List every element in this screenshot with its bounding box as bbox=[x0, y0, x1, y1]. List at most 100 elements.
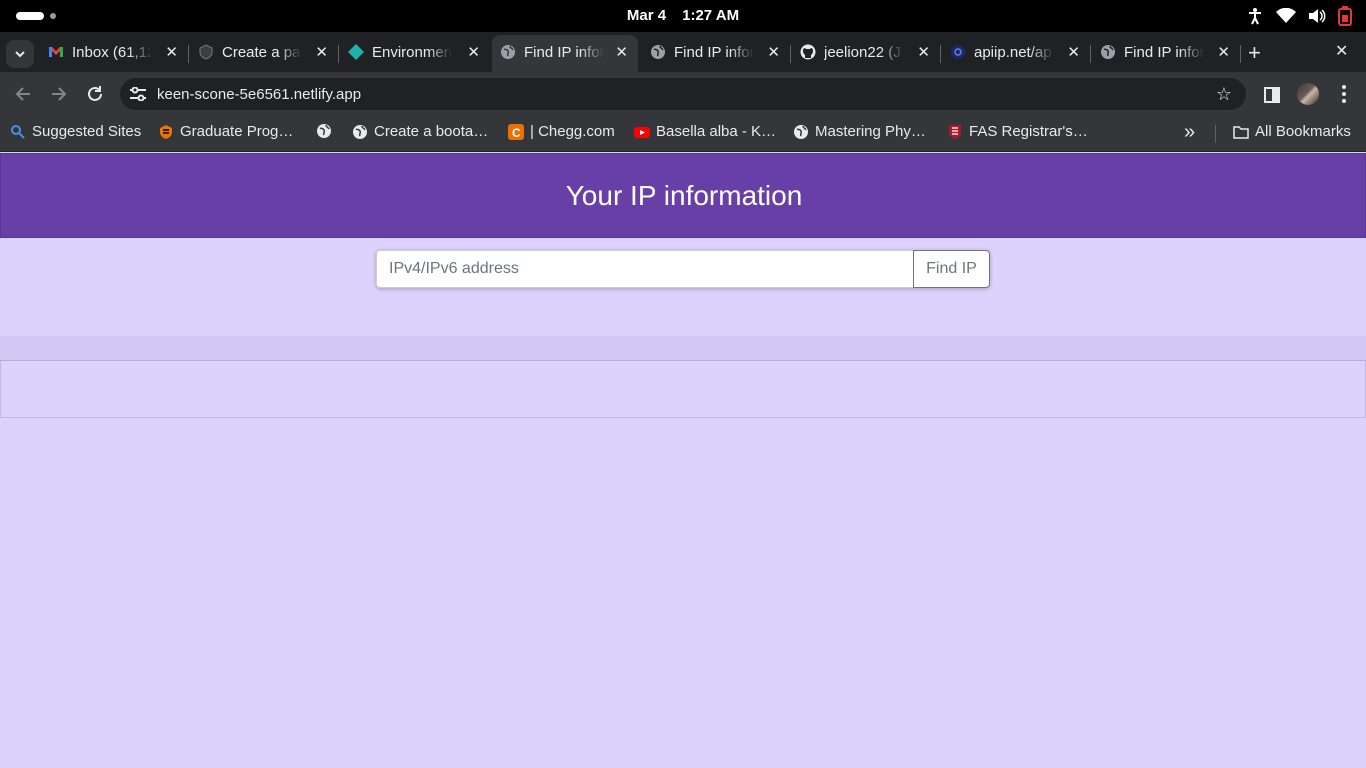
side-panel-icon[interactable] bbox=[1264, 87, 1280, 103]
tab-title: Find IP infor bbox=[674, 44, 754, 61]
github-icon bbox=[800, 44, 816, 60]
tab-find-ip-2[interactable]: Find IP infor ✕ bbox=[642, 35, 791, 72]
svg-text:C: C bbox=[512, 126, 521, 140]
tab-separator bbox=[338, 45, 339, 63]
battery-icon bbox=[1338, 6, 1352, 26]
bookmark-label: | Chegg.com bbox=[530, 123, 615, 140]
close-tab-icon[interactable]: ✕ bbox=[315, 43, 328, 61]
globe-icon bbox=[317, 124, 331, 138]
tab-separator bbox=[790, 45, 791, 63]
tab-title: Environmen bbox=[372, 44, 452, 61]
bookmarks-bar: Suggested Sites Graduate Prog… Create a … bbox=[0, 116, 1366, 152]
bookmark-star-icon[interactable]: ☆ bbox=[1216, 84, 1232, 105]
tab-title: Inbox (61,12 bbox=[72, 44, 152, 61]
bookmark-basella-alba[interactable]: Basella alba - K… bbox=[634, 123, 776, 140]
close-tab-icon[interactable]: ✕ bbox=[1067, 43, 1080, 61]
tab-separator bbox=[1240, 45, 1241, 63]
system-tray[interactable] bbox=[1246, 6, 1352, 26]
tab-strip: Inbox (61,12 ✕ Create a pas ✕ Environmen… bbox=[0, 32, 1366, 72]
profile-avatar[interactable] bbox=[1297, 83, 1319, 105]
all-bookmarks-label: All Bookmarks bbox=[1255, 123, 1351, 140]
os-top-bar: Mar 4 1:27 AM bbox=[0, 0, 1366, 32]
clock-date: Mar 4 bbox=[626, 7, 667, 24]
close-tab-icon[interactable]: ✕ bbox=[767, 43, 780, 61]
web-page: Your IP information Find IP bbox=[0, 153, 1366, 768]
tab-title: apiip.net/ap bbox=[974, 44, 1052, 61]
globe-icon bbox=[353, 124, 367, 139]
ip-search-group: Find IP bbox=[376, 250, 990, 288]
bookmark-create-bootable[interactable]: Create a boota… bbox=[352, 123, 488, 140]
tab-separator bbox=[1090, 45, 1091, 63]
page-title: Your IP information bbox=[565, 180, 803, 211]
tab-title: jeelion22 (J bbox=[824, 44, 901, 61]
chegg-icon: C bbox=[508, 123, 524, 140]
tab-create-password[interactable]: Create a pas ✕ bbox=[190, 35, 339, 72]
bookmark-globe[interactable] bbox=[316, 123, 332, 139]
bookmarks-separator bbox=[1215, 125, 1216, 143]
bookmark-label: Graduate Prog… bbox=[180, 123, 294, 140]
tab-title: Find IP infor bbox=[1124, 44, 1204, 61]
globe-icon bbox=[1101, 45, 1115, 59]
close-tab-icon[interactable]: ✕ bbox=[1217, 43, 1230, 61]
chevron-down-icon bbox=[15, 51, 25, 58]
gmail-icon bbox=[49, 47, 63, 57]
more-menu-icon[interactable] bbox=[1341, 84, 1347, 104]
apiip-icon bbox=[951, 45, 965, 59]
tab-github[interactable]: jeelion22 (J ✕ bbox=[792, 35, 941, 72]
princeton-icon bbox=[160, 124, 172, 139]
search-icon bbox=[11, 124, 25, 139]
clock-time: 1:27 AM bbox=[682, 7, 740, 24]
bookmark-suggested-sites[interactable]: Suggested Sites bbox=[10, 123, 141, 140]
accessibility-icon bbox=[1249, 8, 1261, 25]
youtube-icon bbox=[634, 126, 650, 138]
globe-icon bbox=[651, 45, 665, 59]
page-header: Your IP information bbox=[0, 153, 1366, 238]
harvard-icon bbox=[949, 124, 961, 139]
bookmark-label: Suggested Sites bbox=[32, 123, 142, 140]
bookmark-label: FAS Registrar's… bbox=[969, 123, 1088, 140]
shield-icon bbox=[199, 44, 213, 60]
tab-separator bbox=[940, 45, 941, 63]
bookmark-label: Mastering Phy… bbox=[815, 123, 926, 140]
site-info-icon[interactable] bbox=[130, 87, 146, 101]
more-bookmarks-icon[interactable]: » bbox=[1184, 121, 1195, 144]
ip-address-input[interactable] bbox=[376, 250, 914, 288]
back-icon[interactable] bbox=[14, 84, 32, 104]
globe-icon bbox=[794, 124, 808, 139]
tab-apiip[interactable]: apiip.net/ap ✕ bbox=[942, 35, 1091, 72]
find-ip-button[interactable]: Find IP bbox=[913, 250, 990, 288]
clock[interactable]: Mar 4 1:27 AM bbox=[0, 7, 1366, 24]
tab-environment[interactable]: Environmen ✕ bbox=[340, 35, 490, 72]
url-text: keen-scone-5e6561.netlify.app bbox=[157, 86, 362, 103]
reload-icon[interactable] bbox=[86, 84, 104, 104]
wifi-icon bbox=[1276, 8, 1296, 23]
volume-icon bbox=[1309, 9, 1326, 23]
bookmark-mastering-physics[interactable]: Mastering Phy… bbox=[793, 123, 926, 140]
close-tab-icon[interactable]: ✕ bbox=[467, 43, 480, 61]
results-panel bbox=[0, 361, 1366, 418]
close-window-icon[interactable]: ✕ bbox=[1335, 41, 1348, 61]
bookmark-graduate-programs[interactable]: Graduate Prog… bbox=[158, 123, 293, 140]
tab-find-ip-active[interactable]: Find IP infor ✕ bbox=[492, 35, 638, 72]
bookmark-fas-registrar[interactable]: FAS Registrar's… bbox=[947, 123, 1088, 140]
tab-find-ip-3[interactable]: Find IP infor ✕ bbox=[1092, 35, 1241, 72]
tab-inbox[interactable]: Inbox (61,12 ✕ bbox=[40, 35, 189, 72]
all-bookmarks[interactable]: All Bookmarks bbox=[1233, 123, 1351, 140]
tab-title: Find IP infor bbox=[524, 44, 604, 61]
new-tab-icon[interactable]: + bbox=[1248, 40, 1261, 66]
tab-search-button[interactable] bbox=[6, 40, 34, 68]
tab-title: Create a pas bbox=[222, 44, 302, 61]
close-tab-icon[interactable]: ✕ bbox=[165, 43, 178, 61]
folder-icon bbox=[1233, 125, 1249, 139]
forward-icon[interactable] bbox=[50, 84, 68, 104]
bookmark-label: Create a boota… bbox=[374, 123, 489, 140]
tab-separator bbox=[188, 45, 189, 63]
close-tab-icon[interactable]: ✕ bbox=[615, 43, 628, 61]
browser-toolbar: keen-scone-5e6561.netlify.app ☆ bbox=[0, 72, 1366, 116]
address-bar[interactable]: keen-scone-5e6561.netlify.app ☆ bbox=[120, 78, 1246, 110]
diamond-icon bbox=[348, 44, 364, 60]
close-tab-icon[interactable]: ✕ bbox=[917, 43, 930, 61]
globe-icon bbox=[501, 45, 515, 59]
results-header bbox=[0, 336, 1366, 361]
bookmark-chegg[interactable]: C | Chegg.com bbox=[508, 123, 615, 140]
